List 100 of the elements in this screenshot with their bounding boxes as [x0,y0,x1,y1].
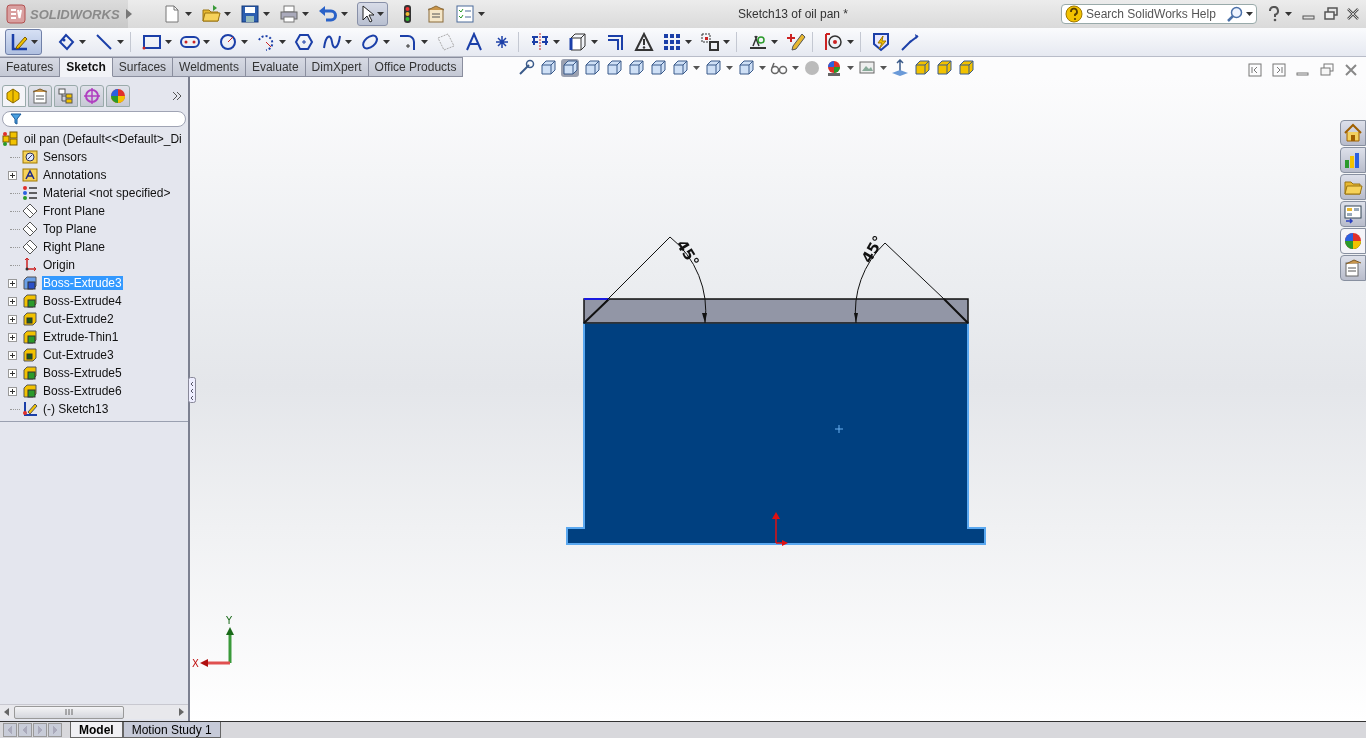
caret-icon[interactable] [478,12,485,16]
command-tab[interactable]: Office Products [368,57,464,77]
line-icon[interactable] [94,32,114,52]
caret-icon[interactable] [1285,12,1292,16]
cube-icon[interactable] [627,58,646,77]
caret-icon[interactable] [723,40,730,44]
bar-chart-icon[interactable] [1340,147,1366,173]
tile-left-icon[interactable] [1248,63,1262,77]
caret-icon[interactable] [759,65,767,70]
cube-icon[interactable] [704,58,723,77]
caret-icon[interactable] [185,12,192,16]
plane-icon[interactable] [891,58,910,77]
caret-icon[interactable] [847,65,855,70]
caret-icon[interactable] [847,40,854,44]
close-icon[interactable] [1346,7,1360,21]
caret-icon[interactable] [726,65,734,70]
mirror-icon[interactable] [530,32,550,52]
caret-icon[interactable] [685,40,692,44]
caret-icon[interactable] [31,40,38,44]
tile-right-icon[interactable] [1272,63,1286,77]
cube-icon[interactable] [561,58,580,77]
caret-icon[interactable] [792,65,800,70]
circle-icon[interactable] [218,32,238,52]
cube-icon[interactable] [583,58,602,77]
part-icon[interactable] [913,58,932,77]
tree-item[interactable]: Front Plane [42,204,107,218]
caret-icon[interactable] [79,40,86,44]
offset-entities-icon[interactable] [606,32,626,52]
appearances-icon[interactable] [1340,228,1366,254]
expand-toggle-icon[interactable] [7,386,17,396]
restore-icon[interactable] [1320,63,1334,77]
caret-icon[interactable] [224,12,231,16]
checklist-icon[interactable] [455,4,475,24]
cube-icon[interactable] [605,58,624,77]
expand-toggle-icon[interactable] [7,278,17,288]
caret-icon[interactable] [263,12,270,16]
part-icon[interactable] [935,58,954,77]
caret-icon[interactable] [279,40,286,44]
caret-icon[interactable] [383,40,390,44]
tree-item[interactable]: Boss-Extrude6 [42,384,123,398]
undo-icon[interactable] [318,4,338,24]
tree-item[interactable]: Annotations [42,168,108,182]
ellipse-icon[interactable] [360,32,380,52]
command-tab[interactable]: Evaluate [245,57,306,77]
scroll-left-icon[interactable] [4,708,10,716]
cube-icon[interactable] [649,58,668,77]
tree-item[interactable]: Extrude-Thin1 [42,330,120,344]
expand-toggle-icon[interactable] [7,332,17,342]
caret-icon[interactable] [165,40,172,44]
command-tab[interactable]: DimXpert [305,57,369,77]
expand-toggle-icon[interactable] [7,368,17,378]
save-icon[interactable] [240,4,260,24]
help-icon[interactable] [1267,6,1281,22]
expand-toggle-icon[interactable] [7,314,17,324]
part-icon[interactable] [957,58,976,77]
command-tab[interactable]: Surfaces [112,57,174,77]
caret-icon[interactable] [302,12,309,16]
caret-icon[interactable] [117,40,124,44]
command-tab[interactable]: Weldments [173,57,246,77]
expand-toggle-icon[interactable] [7,170,17,180]
move-entities-icon[interactable] [700,32,720,52]
instant-2d-icon[interactable] [900,32,920,52]
tree-item[interactable]: Boss-Extrude4 [42,294,123,308]
restore-icon[interactable] [1324,7,1338,21]
caret-icon[interactable] [693,65,701,70]
chevron-icon[interactable] [172,91,182,101]
scroll-right-icon[interactable] [178,708,184,716]
tree-item[interactable]: oil pan (Default<<Default>_Di [23,132,183,146]
quick-snaps-icon[interactable] [824,32,844,52]
caret-icon[interactable] [553,40,560,44]
caret-icon[interactable] [377,12,384,16]
rectangle-icon[interactable] [142,32,162,52]
expand-toggle-icon[interactable] [7,350,17,360]
sketch-button[interactable] [5,29,42,55]
pattern-icon[interactable] [662,32,682,52]
caret-icon[interactable] [880,65,888,70]
collapse-handle-icon[interactable] [188,377,196,403]
feature-manager-tab[interactable] [2,85,26,107]
bottom-tab[interactable]: Model [70,722,123,738]
view-palette-icon[interactable] [1340,201,1366,227]
fillet-icon[interactable] [398,32,418,52]
caret-icon[interactable] [771,40,778,44]
expand-arrow-icon[interactable] [126,9,132,19]
caret-icon[interactable] [1246,12,1253,16]
command-tab[interactable]: Sketch [60,57,113,77]
scrollbar-thumb[interactable] [14,705,124,719]
tree-item[interactable]: Cut-Extrude3 [42,348,115,362]
section-view-icon[interactable] [671,58,690,77]
search-field[interactable]: Search SolidWorks Help [1061,4,1257,24]
expand-toggle-icon[interactable] [7,296,17,306]
smart-dimension-icon[interactable] [56,32,76,52]
convert-entities-icon[interactable] [568,32,588,52]
repair-sketch-icon[interactable] [786,32,806,52]
arc-icon[interactable] [256,32,276,52]
text-icon[interactable] [464,32,484,52]
caret-icon[interactable] [345,40,352,44]
polygon-icon[interactable] [294,32,314,52]
search-icon[interactable] [1227,6,1243,22]
horizontal-scrollbar[interactable] [0,704,188,719]
tree-item[interactable]: Right Plane [42,240,107,254]
